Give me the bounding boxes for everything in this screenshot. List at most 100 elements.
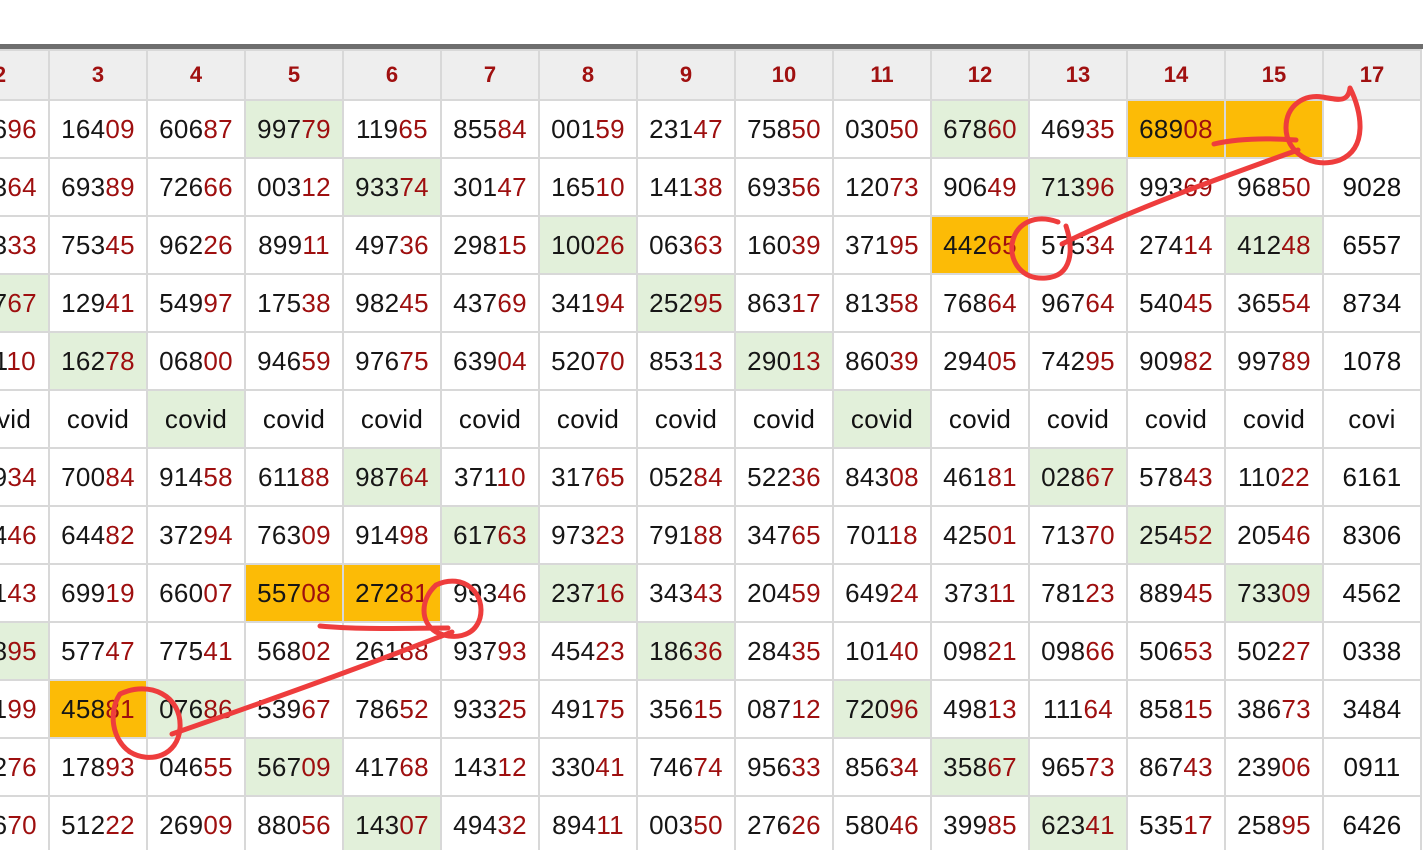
number-cell: 72096: [832, 679, 932, 739]
table-row: 0614369919660075570827281993462371634343…: [0, 563, 1422, 623]
number-cell: 11022: [1224, 447, 1324, 507]
number-cell: 6161: [1322, 447, 1422, 507]
number-cell: 05284: [636, 447, 736, 507]
number-cell: 37696: [0, 99, 50, 159]
covid-cell: covi: [1322, 389, 1422, 449]
covid-cell: covid: [146, 389, 246, 449]
number-cell: 97323: [538, 505, 638, 565]
number-cell: 16409: [48, 99, 148, 159]
number-cell: 30147: [440, 157, 540, 217]
number-cell: 09866: [1028, 621, 1128, 681]
number-cell: 89411: [538, 795, 638, 850]
number-cell: 08712: [734, 679, 834, 739]
number-cell: 54997: [146, 273, 246, 333]
number-cell: 85815: [1126, 679, 1226, 739]
table-row: 5919945881076865396778652933254917535615…: [0, 679, 1422, 739]
number-cell: 23147: [636, 99, 736, 159]
number-cell: 76864: [930, 273, 1030, 333]
number-cell: 90982: [1126, 331, 1226, 391]
number-cell: 18636: [636, 621, 736, 681]
covid-cell: covid: [1028, 389, 1128, 449]
table-row: 8544664482372947630991498617639732379188…: [0, 505, 1422, 565]
number-cell: 11965: [342, 99, 442, 159]
number-cell: 86743: [1126, 737, 1226, 797]
number-cell: 44265: [930, 215, 1030, 275]
number-cell: 0338: [1322, 621, 1422, 681]
number-cell: [1224, 99, 1324, 159]
number-cell: 46935: [1028, 99, 1128, 159]
number-cell: 25452: [1126, 505, 1226, 565]
column-header-2: 2: [0, 49, 50, 101]
number-cell: 00312: [244, 157, 344, 217]
number-cell: 56709: [244, 737, 344, 797]
page-top-blank: [0, 0, 1423, 44]
table-row: 2789557747775415680226188937934542318636…: [0, 621, 1422, 681]
number-cell: 49175: [538, 679, 638, 739]
number-cell: 53517: [1126, 795, 1226, 850]
number-cell: 77541: [146, 621, 246, 681]
number-cell: 06800: [146, 331, 246, 391]
number-cell: 66007: [146, 563, 246, 623]
number-cell: 96573: [1028, 737, 1128, 797]
number-cell: 63904: [440, 331, 540, 391]
number-cell: 41248: [1224, 215, 1324, 275]
number-cell: 86039: [832, 331, 932, 391]
number-cell: 69919: [48, 563, 148, 623]
number-cell: 17893: [48, 737, 148, 797]
number-cell: 99789: [1224, 331, 1324, 391]
number-cell: 50227: [1224, 621, 1324, 681]
number-cell: 93374: [342, 157, 442, 217]
number-cell: 76309: [244, 505, 344, 565]
number-cell: 12073: [832, 157, 932, 217]
number-cell: 27414: [1126, 215, 1226, 275]
table-row: 8767051222269098805614307494328941100350…: [0, 795, 1422, 850]
covid-cell: covid: [636, 389, 736, 449]
number-cell: 55708: [244, 563, 344, 623]
number-cell: 07686: [146, 679, 246, 739]
column-header-3: 3: [48, 49, 148, 101]
number-cell: 10140: [832, 621, 932, 681]
number-cell: 3484: [1322, 679, 1422, 739]
covid-cell: covid: [930, 389, 1030, 449]
number-cell: 16278: [48, 331, 148, 391]
number-cell: 23716: [538, 563, 638, 623]
table-row: covidcovidcovidcovidcovidcovidcovidcovid…: [0, 389, 1422, 449]
number-cell: 89911: [244, 215, 344, 275]
number-cell: 33041: [538, 737, 638, 797]
number-cell: 96850: [1224, 157, 1324, 217]
number-cell: 75850: [734, 99, 834, 159]
chart-table: 2345678910111213141517 37696164096068799…: [0, 49, 1422, 850]
number-cell: 25895: [1224, 795, 1324, 850]
number-cell: 42501: [930, 505, 1030, 565]
number-cell: 0911: [1322, 737, 1422, 797]
column-header-13: 13: [1028, 49, 1128, 101]
number-cell: 52236: [734, 447, 834, 507]
column-header-8: 8: [538, 49, 638, 101]
number-cell: 87767: [0, 273, 50, 333]
table-row: 5233375345962268991149736298151002606363…: [0, 215, 1422, 275]
number-cell: 37110: [440, 447, 540, 507]
number-cell: 52070: [538, 331, 638, 391]
number-cell: 14138: [636, 157, 736, 217]
number-cell: 71396: [1028, 157, 1128, 217]
number-cell: 68908: [1126, 99, 1226, 159]
chart-table-viewport[interactable]: 2345678910111213141517 37696164096068799…: [0, 49, 1423, 850]
number-cell: 35867: [930, 737, 1030, 797]
table-body: 3769616409606879977911965855840015923147…: [0, 99, 1422, 850]
number-cell: 67364: [0, 157, 50, 217]
number-cell: 37294: [146, 505, 246, 565]
number-cell: 98245: [342, 273, 442, 333]
number-cell: 61763: [440, 505, 540, 565]
number-cell: 17538: [244, 273, 344, 333]
number-cell: 74295: [1028, 331, 1128, 391]
number-cell: 44110: [0, 331, 50, 391]
number-cell: 16510: [538, 157, 638, 217]
number-cell: 98764: [342, 447, 442, 507]
number-cell: 73309: [1224, 563, 1324, 623]
number-cell: 85446: [0, 505, 50, 565]
number-cell: 64482: [48, 505, 148, 565]
number-cell: 59199: [0, 679, 50, 739]
number-cell: 91458: [146, 447, 246, 507]
table-row: 8776712941549971753898245437693419425295…: [0, 273, 1422, 333]
covid-cell: covid: [832, 389, 932, 449]
